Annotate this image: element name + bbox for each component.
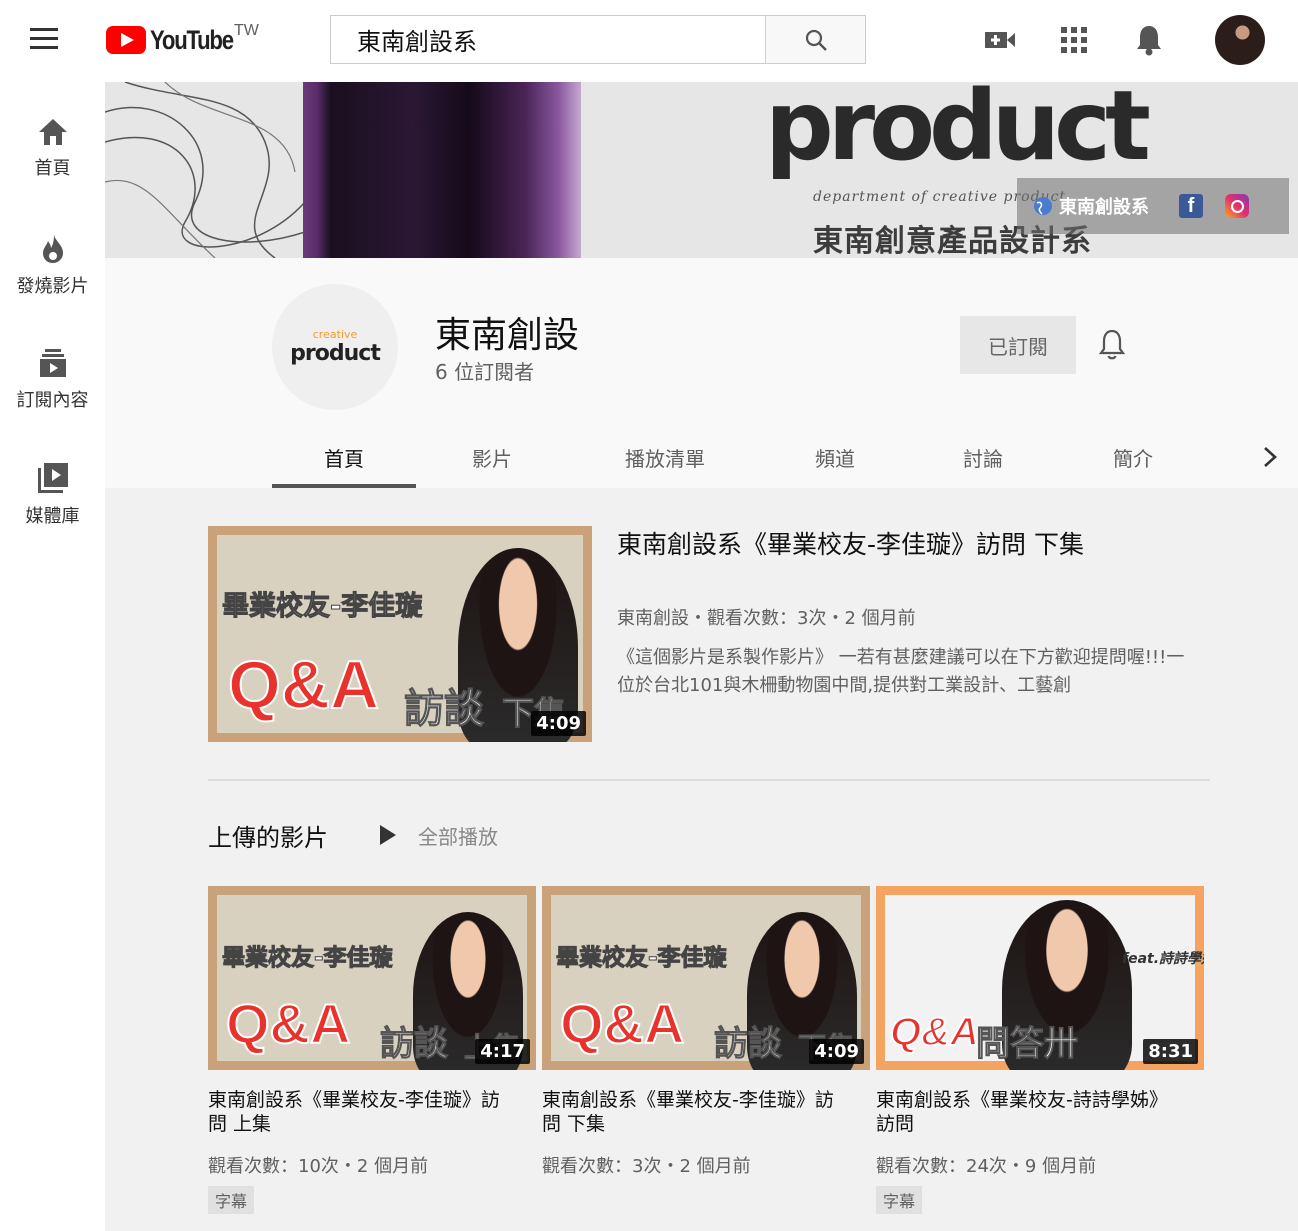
subtitles-badge: 字幕 (876, 1186, 923, 1214)
sidebar-item-label: 首頁 (34, 158, 71, 179)
channel-name: 東南創設 (435, 315, 580, 356)
thumbnail-qa-text: Q&A (559, 991, 685, 1056)
thumbnail-caption: 畢業校友-李佳璇 (556, 945, 728, 972)
sidebar-item-library[interactable]: 媒體庫 (0, 462, 105, 562)
thumbnail-talk-text: 訪談 (380, 1024, 449, 1065)
notification-bell-button[interactable] (1098, 328, 1130, 362)
youtube-logo[interactable]: YouTube TW (106, 22, 259, 58)
top-bar: YouTube TW (0, 0, 1298, 82)
home-icon (38, 119, 67, 145)
video-duration: 4:17 (475, 1039, 530, 1064)
bell-icon (1137, 26, 1161, 56)
banner-decoration (105, 82, 305, 258)
avatar[interactable] (1215, 15, 1265, 65)
apps-grid-icon (1061, 27, 1087, 53)
thumbnail-talk-text: 問答卅 (976, 1024, 1079, 1065)
thumbnail-qa-text: Q&A (225, 991, 351, 1056)
sidebar-item-subscriptions[interactable]: 訂閱內容 (0, 348, 105, 448)
divider (208, 779, 1210, 781)
sidebar-item-trending[interactable]: 發燒影片 (0, 234, 105, 334)
library-icon (37, 463, 68, 493)
banner-links: 東南創設系 f (1017, 178, 1289, 234)
subscribed-button[interactable]: 已訂閱 (960, 316, 1076, 374)
subtitles-badge: 字幕 (208, 1186, 255, 1214)
channel-avatar[interactable]: creative product (272, 284, 398, 410)
apps-button[interactable] (1056, 22, 1092, 58)
search-button[interactable] (765, 16, 865, 63)
video-meta: 觀看次數：24次・9 個月前 (876, 1156, 1097, 1177)
channel-tabs: 首頁 影片 播放清單 頻道 討論 簡介 (105, 426, 1298, 488)
thumbnail-qa-text: Q&A (889, 1009, 980, 1055)
tab-about[interactable]: 簡介 (1063, 426, 1203, 488)
video-duration: 4:09 (531, 711, 586, 736)
channel-header: creative product 東南創設 6 位訂閱者 已訂閱 首頁 影片 播… (105, 258, 1298, 488)
thumbnail-qa-text: Q&A (227, 646, 380, 724)
globe-icon[interactable] (1033, 196, 1053, 216)
tab-home[interactable]: 首頁 (272, 426, 416, 488)
thumbnail-caption: 畢業校友-李佳璇 (222, 945, 394, 972)
featured-video-title[interactable]: 東南創設系《畢業校友-李佳璇》訪問 下集 (617, 526, 1117, 564)
sidebar-item-label: 發燒影片 (16, 276, 89, 297)
banner-link-website[interactable]: 東南創設系 (1059, 193, 1149, 219)
play-all-label: 全部播放 (418, 824, 498, 849)
bell-outline-icon (1098, 329, 1126, 360)
facebook-icon[interactable]: f (1179, 194, 1203, 218)
instagram-icon[interactable] (1225, 194, 1249, 218)
home-content: 畢業校友-李佳璇 Q&A 訪談 下集 4:09 東南創設系《畢業校友-李佳璇》訪… (105, 488, 1298, 1231)
logo-region: TW (234, 22, 259, 39)
search-input[interactable] (331, 16, 765, 63)
play-icon (380, 825, 396, 845)
featured-video-meta: 東南創設・觀看次數：3次・2 個月前 (617, 608, 916, 629)
video-title[interactable]: 東南創設系《畢業校友-李佳璇》訪問 下集 (542, 1088, 842, 1136)
notifications-button[interactable] (1131, 22, 1167, 58)
tab-channels[interactable]: 頻道 (765, 426, 905, 488)
search-icon (805, 29, 827, 51)
flame-icon (42, 235, 63, 263)
search-bar (330, 15, 866, 64)
video-title[interactable]: 東南創設系《畢業校友-詩詩學姊》訪問 (876, 1088, 1176, 1136)
featured-video-thumbnail[interactable]: 畢業校友-李佳璇 Q&A 訪談 下集 4:09 (208, 526, 592, 742)
video-thumbnail[interactable]: feat.詩詩學姊 Q&A 問答卅 8:31 (876, 886, 1204, 1070)
video-duration: 4:09 (809, 1039, 864, 1064)
tab-videos[interactable]: 影片 (423, 426, 561, 488)
video-thumbnail[interactable]: 畢業校友-李佳璇 Q&A 訪談 下集 4:09 (542, 886, 870, 1070)
channel-banner: product department of creative product 東… (105, 82, 1298, 258)
subscriptions-icon (39, 349, 66, 377)
banner-image (303, 82, 581, 258)
channel-avatar-word: product (290, 341, 381, 366)
tabs-next-button[interactable] (1255, 440, 1285, 474)
menu-icon[interactable] (30, 28, 66, 54)
chevron-right-icon (1264, 447, 1277, 467)
youtube-play-icon (106, 26, 146, 54)
play-all-button[interactable]: 全部播放 (380, 818, 498, 852)
video-duration: 8:31 (1143, 1039, 1198, 1064)
sidebar-item-label: 媒體庫 (25, 506, 80, 527)
thumbnail-caption: 畢業校友-李佳璇 (221, 591, 423, 623)
banner-wordmark: product (765, 82, 1151, 182)
create-video-button[interactable] (982, 22, 1018, 58)
thumbnail-caption: feat.詩詩學姊 (1122, 951, 1204, 967)
logo-text: YouTube (150, 25, 234, 55)
subscriber-count: 6 位訂閱者 (435, 360, 535, 384)
video-meta: 觀看次數：3次・2 個月前 (542, 1156, 751, 1177)
shelf-title[interactable]: 上傳的影片 (208, 818, 328, 853)
sidebar-item-home[interactable]: 首頁 (0, 118, 105, 218)
thumbnail-talk-text: 訪談 (714, 1024, 783, 1065)
channel-avatar-small-text: creative (312, 328, 358, 341)
tab-playlists[interactable]: 播放清單 (595, 426, 735, 488)
sidebar: 首頁 發燒影片 訂閱內容 媒體庫 (0, 82, 105, 1231)
sidebar-item-label: 訂閱內容 (16, 390, 89, 411)
thumbnail-talk-text: 訪談 (404, 686, 485, 733)
video-title[interactable]: 東南創設系《畢業校友-李佳璇》訪問 上集 (208, 1088, 508, 1136)
video-camera-icon (985, 32, 1015, 48)
featured-video-description: 《這個影片是系製作影片》 一若有甚麼建議可以在下方歡迎提問喔!!!一 位於台北1… (617, 647, 1185, 696)
tab-discussion[interactable]: 討論 (913, 426, 1053, 488)
video-meta: 觀看次數：10次・2 個月前 (208, 1156, 429, 1177)
video-thumbnail[interactable]: 畢業校友-李佳璇 Q&A 訪談 上集 4:17 (208, 886, 536, 1070)
